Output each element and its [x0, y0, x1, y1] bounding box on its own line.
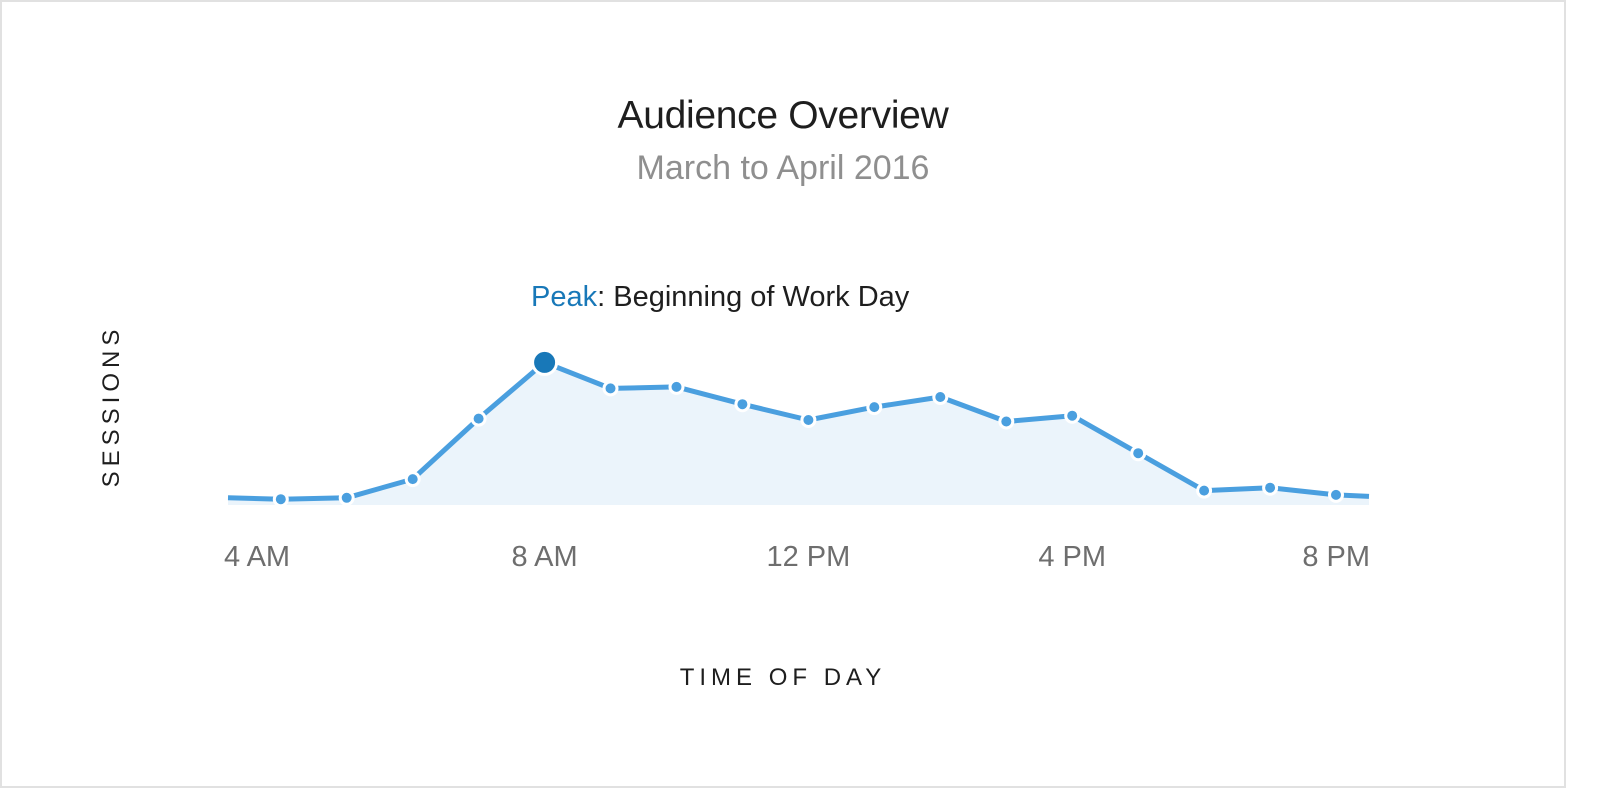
- data-point: [668, 378, 685, 395]
- x-tick-label: 12 PM: [766, 541, 850, 573]
- line-chart: 4 AM 8 AM 12 PM 4 PM 8 PM: [224, 348, 1370, 573]
- data-point: [932, 389, 949, 405]
- x-tick-label: 4 AM: [224, 541, 290, 573]
- data-point: [338, 489, 355, 506]
- data-point: [470, 410, 487, 427]
- data-point: [1130, 445, 1147, 462]
- data-point: [800, 412, 817, 428]
- data-point: [1262, 479, 1279, 496]
- data-point: [998, 413, 1015, 430]
- peak-marker: [531, 348, 559, 376]
- x-tick-label: 8 AM: [512, 541, 578, 573]
- data-point: [734, 396, 751, 413]
- data-point: [404, 471, 421, 488]
- data-point: [1064, 407, 1081, 424]
- data-point: [866, 399, 883, 416]
- data-point: [1196, 482, 1213, 499]
- data-point: [272, 491, 289, 508]
- x-tick-label: 4 PM: [1038, 541, 1106, 573]
- x-tick-label: 8 PM: [1302, 541, 1370, 573]
- data-point: [1328, 486, 1344, 503]
- data-point: [602, 380, 619, 397]
